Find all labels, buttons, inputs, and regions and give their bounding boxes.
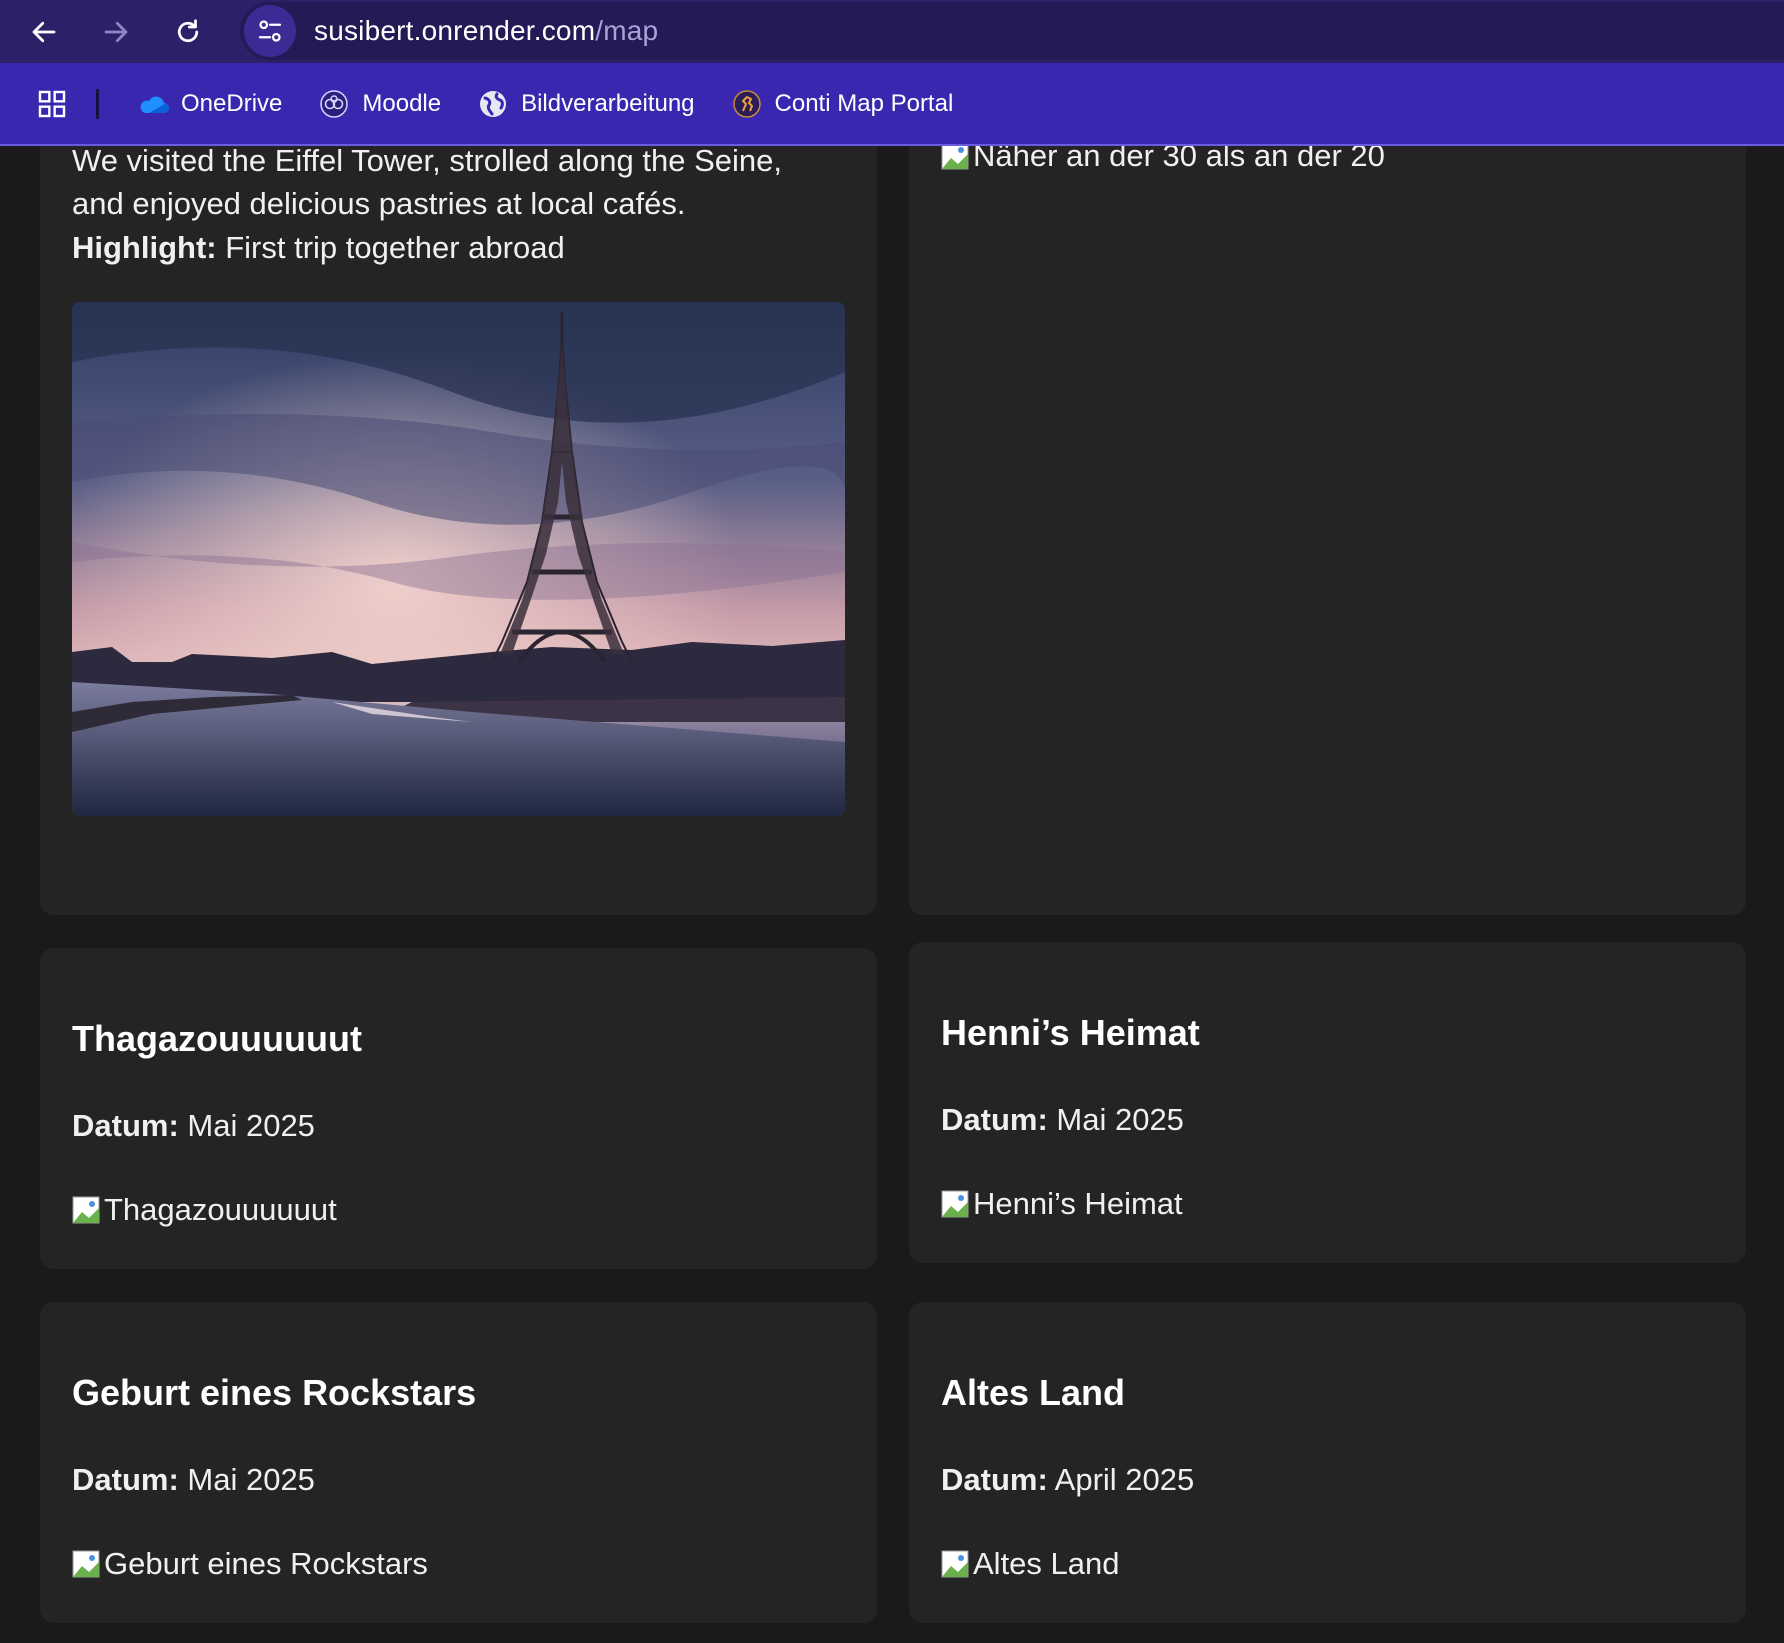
forward-arrow-icon [104,21,128,42]
image-alt-text: Henni’s Heimat [973,1186,1183,1221]
page-viewport: We visited the Eiffel Tower, strolled al… [0,146,1784,1643]
site-info-button[interactable] [244,5,296,57]
bookmark-bildverarbeitung[interactable]: Bildverarbeitung [465,78,706,130]
description-line: We visited the Eiffel Tower, strolled al… [72,146,782,178]
card-date: Datum: Mai 2025 [72,1462,315,1498]
memory-card-paris[interactable]: We visited the Eiffel Tower, strolled al… [40,146,877,915]
broken-image-icon [941,1190,969,1218]
image-alt-text: Thagazouuuuuut [104,1192,337,1227]
address-bar[interactable]: susibert.onrender.com/map [240,2,1784,60]
memory-card-rockstar[interactable]: Geburt eines Rockstars Datum: Mai 2025 G… [40,1302,877,1623]
eiffel-tower-photo [72,302,845,816]
description-line: and enjoyed delicious pastries at local … [72,186,686,221]
bookmark-onedrive[interactable]: OneDrive [125,78,294,130]
memory-card-top-right[interactable]: Näher an der 30 als an der 20 [909,146,1746,915]
bookmarks-bar: OneDrive Moodle Bildverarbeitung Conti M… [0,63,1784,146]
url-path: /map [595,15,659,46]
broken-image-icon [72,1550,100,1578]
highlight-row: Highlight: First trip together abroad [72,226,565,269]
broken-image: Näher an der 30 als an der 20 [941,146,1385,174]
card-title: Thagazouuuuuut [72,1018,362,1059]
conti-horse-icon [731,88,763,120]
highlight-label: Highlight: [72,230,217,265]
broken-image-icon [941,146,969,170]
card-date: Datum: Mai 2025 [72,1108,315,1144]
bookmark-label: Moodle [362,89,442,117]
card-title: Henni’s Heimat [941,1012,1200,1053]
date-value: Mai 2025 [178,1108,315,1143]
card-title: Altes Land [941,1372,1126,1413]
apps-grid-icon[interactable] [36,88,68,120]
date-label: Datum: [941,1102,1048,1137]
bookmark-conti-map-portal[interactable]: Conti Map Portal [719,78,966,130]
bookmarks-separator [96,88,99,119]
date-value: Mai 2025 [1047,1102,1184,1137]
globe-icon [477,88,509,120]
bookmark-label: Bildverarbeitung [521,89,695,117]
url-text[interactable]: susibert.onrender.com/map [314,15,658,47]
memory-card-altes-land[interactable]: Altes Land Datum: April 2025 Altes Land [909,1302,1746,1623]
date-label: Datum: [941,1462,1048,1497]
highlight-text: First trip together abroad [216,230,565,265]
card-date: Datum: Mai 2025 [941,1102,1184,1138]
browser-titlebar: susibert.onrender.com/map [0,0,1784,63]
bookmark-label: OneDrive [181,89,283,117]
moodle-icon [318,88,350,120]
card-date: Datum: April 2025 [941,1462,1194,1498]
site-settings-icon [258,20,282,42]
broken-image-icon [72,1196,100,1224]
bookmark-moodle[interactable]: Moodle [306,78,453,130]
image-alt-text: Geburt eines Rockstars [104,1546,428,1581]
memory-card-henni[interactable]: Henni’s Heimat Datum: Mai 2025 Henni’s H… [909,942,1746,1263]
broken-image: Geburt eines Rockstars [72,1546,428,1582]
date-label: Datum: [72,1462,179,1497]
date-value: April 2025 [1047,1462,1195,1497]
card-title: Geburt eines Rockstars [72,1372,477,1413]
broken-image: Thagazouuuuuut [72,1192,337,1228]
forward-button[interactable] [88,4,144,60]
broken-image: Henni’s Heimat [941,1186,1183,1222]
onedrive-cloud-icon [137,88,169,120]
back-button[interactable] [16,4,72,60]
back-arrow-icon [32,21,56,42]
date-label: Datum: [72,1108,179,1143]
broken-image: Altes Land [941,1546,1120,1582]
reload-button[interactable] [160,4,216,60]
date-value: Mai 2025 [178,1462,315,1497]
memory-card-thagazout[interactable]: Thagazouuuuuut Datum: Mai 2025 Thagazouu… [40,948,877,1269]
reload-icon [177,18,199,42]
card-description: We visited the Eiffel Tower, strolled al… [72,146,782,225]
bookmark-label: Conti Map Portal [774,89,954,117]
image-alt-text: Altes Land [973,1546,1120,1581]
image-alt-text: Näher an der 30 als an der 20 [973,146,1385,173]
url-host: susibert.onrender.com [314,15,596,46]
broken-image-icon [941,1550,969,1578]
eiffel-tower-illustration [72,302,845,816]
